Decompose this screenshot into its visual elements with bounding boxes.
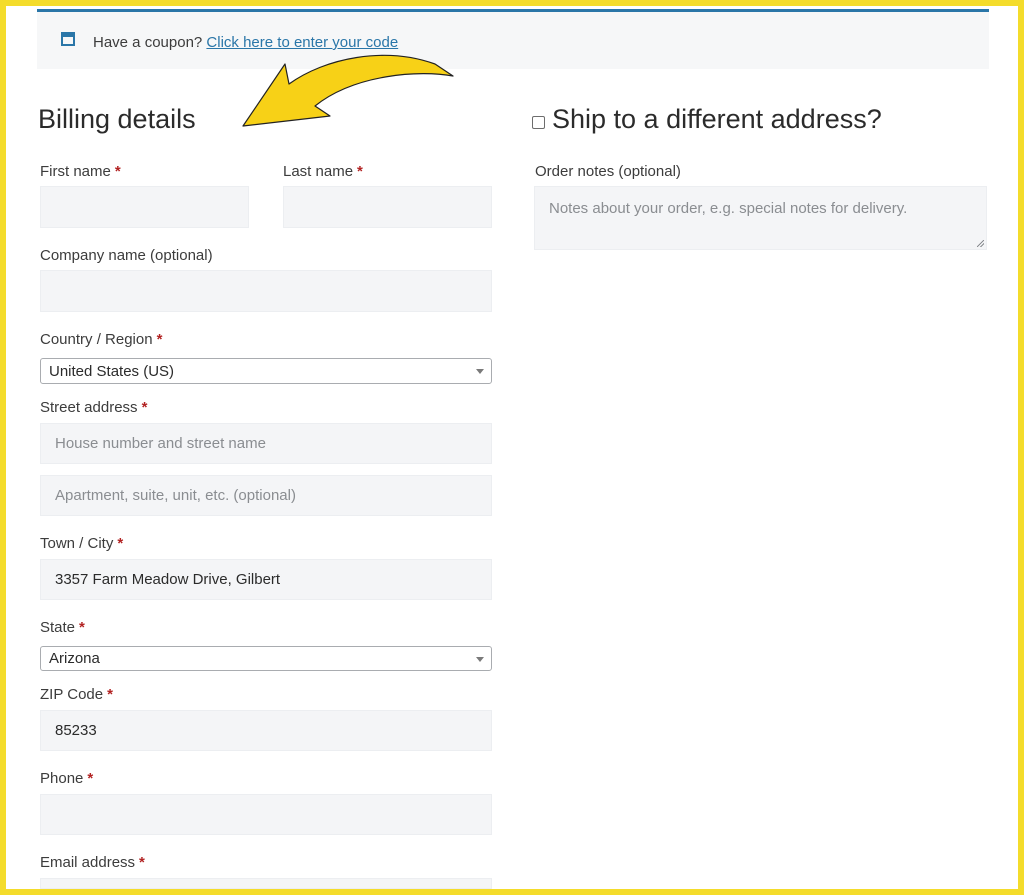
window-icon [61, 32, 75, 46]
zip-label: ZIP Code * [40, 686, 113, 703]
state-select[interactable]: Arizona [40, 646, 492, 671]
zip-input[interactable]: 85233 [40, 710, 492, 751]
country-value: United States (US) [49, 362, 175, 380]
order-notes-placeholder: Notes about your order, e.g. special not… [549, 200, 908, 217]
first-name-label: First name * [40, 163, 121, 180]
company-label: Company name (optional) [40, 247, 213, 264]
billing-title: Billing details [38, 104, 196, 134]
city-input[interactable]: 3357 Farm Meadow Drive, Gilbert [40, 559, 492, 600]
dropdown-caret-icon [476, 369, 484, 374]
first-name-input[interactable] [40, 186, 249, 228]
ship-different-checkbox[interactable] [532, 116, 545, 129]
street-label: Street address * [40, 399, 148, 416]
order-notes-label: Order notes (optional) [535, 163, 681, 180]
coupon-text: Have a coupon? [93, 34, 203, 51]
phone-input[interactable] [40, 794, 492, 835]
dropdown-caret-icon [476, 657, 484, 662]
street-address-2-input[interactable]: Apartment, suite, unit, etc. (optional) [40, 475, 492, 516]
ship-title: Ship to a different address? [552, 104, 882, 134]
email-input[interactable] [40, 878, 492, 889]
state-label: State * [40, 619, 85, 636]
last-name-label: Last name * [283, 163, 363, 180]
state-value: Arizona [49, 650, 100, 667]
company-input[interactable] [40, 270, 492, 312]
order-notes-textarea[interactable]: Notes about your order, e.g. special not… [534, 186, 987, 250]
country-label: Country / Region * [40, 331, 163, 348]
pointer-arrow-icon [242, 54, 454, 127]
resize-handle-icon[interactable] [977, 240, 984, 247]
coupon-notice: Have a coupon? Click here to enter your … [37, 9, 989, 69]
email-label: Email address * [40, 854, 145, 871]
city-label: Town / City * [40, 535, 124, 552]
country-select[interactable]: United States (US) [40, 358, 492, 384]
last-name-input[interactable] [283, 186, 492, 228]
street-address-input[interactable]: House number and street name [40, 423, 492, 464]
phone-label: Phone * [40, 770, 94, 787]
